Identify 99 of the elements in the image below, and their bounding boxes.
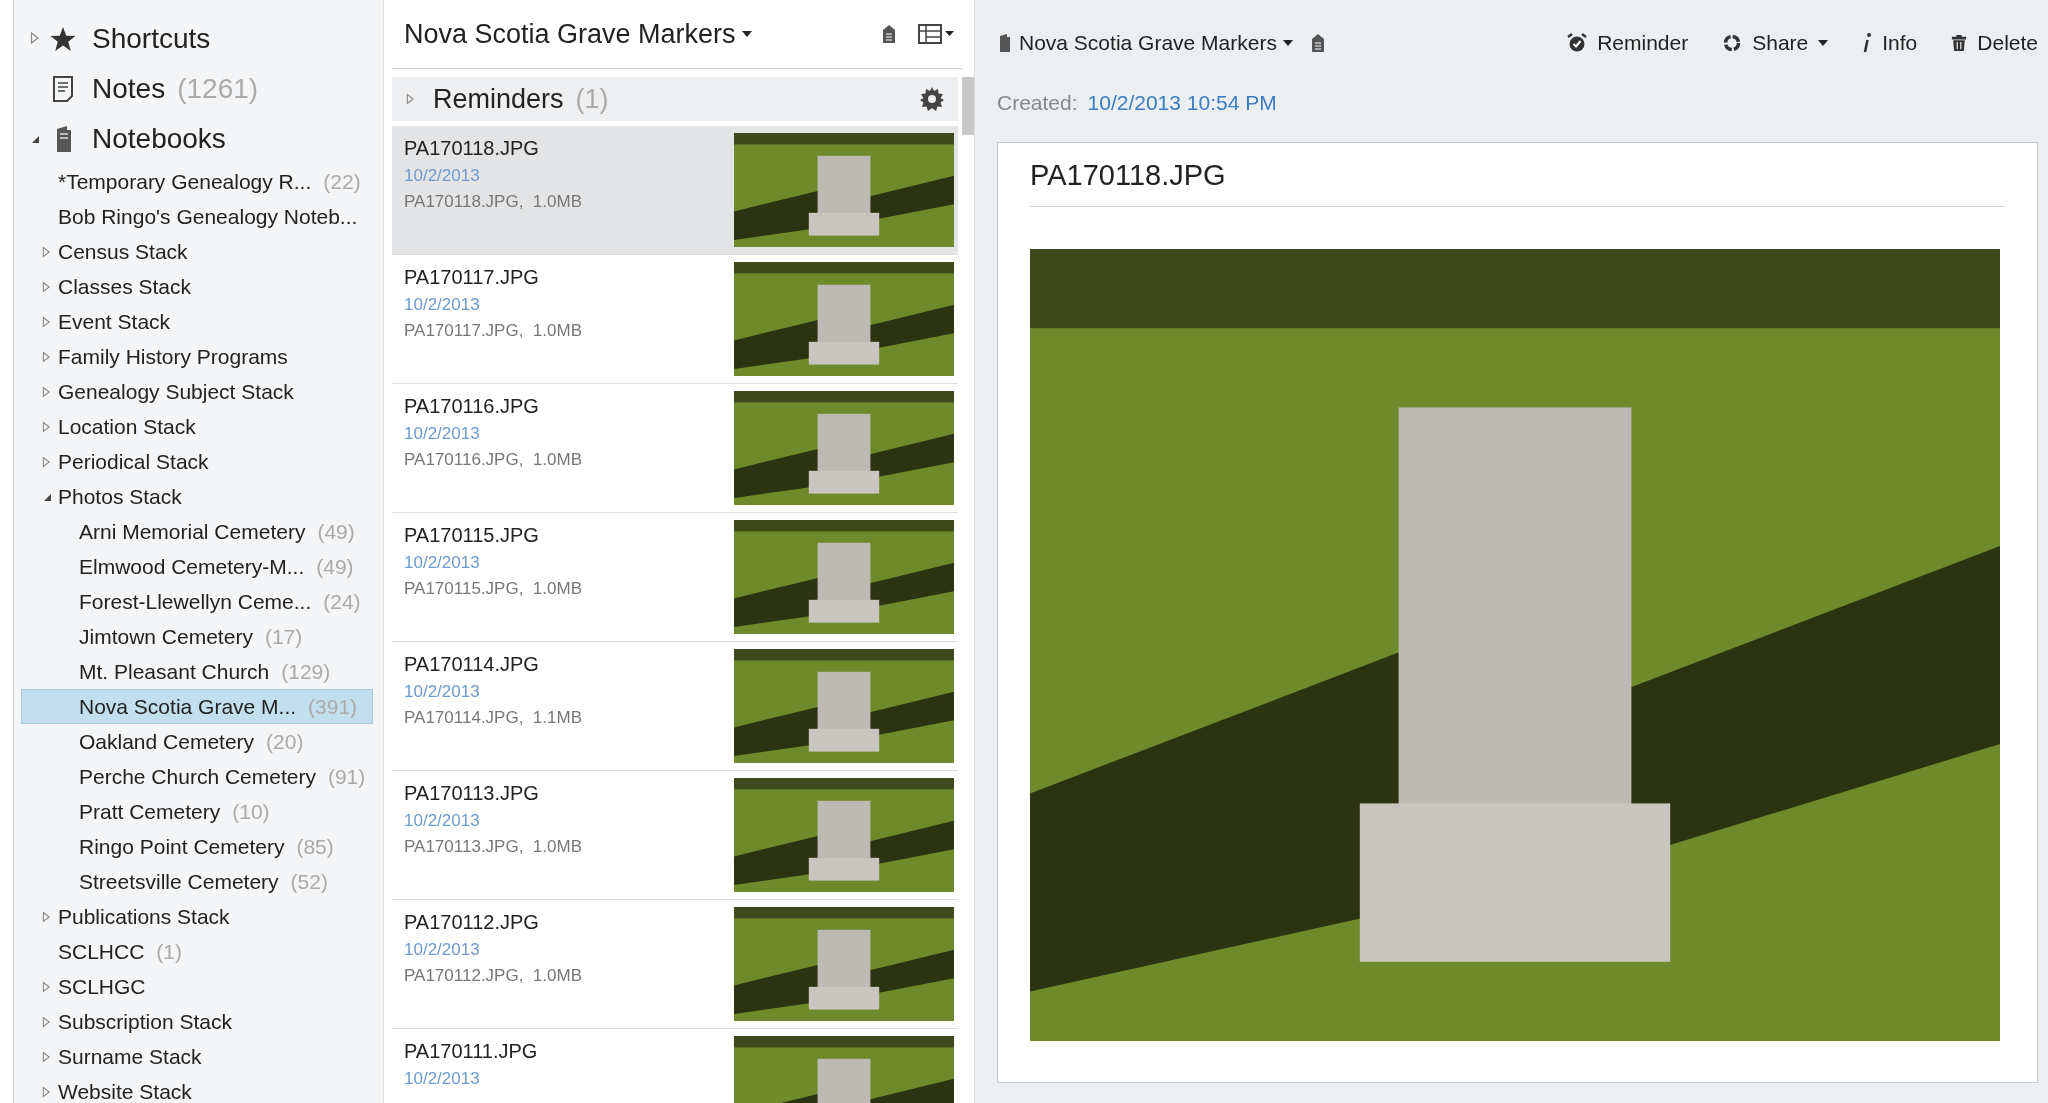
note-date: 10/2/2013 — [404, 1069, 481, 1089]
scrollbar-thumb[interactable] — [962, 77, 974, 135]
note-card[interactable]: PA170114.JPG 10/2/2013 PA170114.JPG, 1.1MB — [392, 642, 958, 771]
note-date: 10/2/2013 — [404, 166, 481, 186]
note-snippet: PA170117.JPG, 1.0MB — [404, 321, 583, 341]
notebook-item[interactable]: Nova Scotia Grave M... (391) — [21, 689, 373, 724]
notebook-item[interactable]: Surname Stack — [21, 1039, 373, 1074]
note-title: PA170112.JPG — [404, 911, 540, 934]
note-card[interactable]: PA170118.JPG 10/2/2013 PA170118.JPG, 1.0MB — [392, 126, 958, 255]
notebook-item[interactable]: Photos Stack — [21, 479, 373, 514]
notebook-item[interactable]: Periodical Stack — [21, 444, 373, 479]
note-date: 10/2/2013 — [404, 682, 481, 702]
note-date: 10/2/2013 — [404, 940, 481, 960]
notebook-item[interactable]: SCLHGC — [21, 969, 373, 1004]
created-label: Created: — [997, 91, 1078, 115]
notebook-item[interactable]: Oakland Cemetery (20) — [21, 724, 373, 759]
note-date: 10/2/2013 — [404, 295, 481, 315]
notebook-item[interactable]: Ringo Point Cemetery (85) — [21, 829, 373, 864]
note-snippet: PA170112.JPG, 1.0MB — [404, 966, 583, 986]
note-title: PA170111.JPG — [404, 1040, 539, 1063]
notebook-item[interactable]: Perche Church Cemetery (91) — [21, 759, 373, 794]
sidebar-item[interactable]: Notes (1261) — [14, 64, 383, 114]
share-button[interactable]: Share — [1752, 31, 1829, 55]
notebook-item[interactable]: Classes Stack — [21, 269, 373, 304]
notebook-item[interactable]: Website Stack — [21, 1074, 373, 1103]
note-card[interactable]: PA170113.JPG 10/2/2013 PA170113.JPG, 1.0MB — [392, 771, 958, 900]
collapsed-triangle-icon[interactable] — [42, 1050, 51, 1063]
note-title: PA170113.JPG — [404, 782, 540, 805]
trash-icon — [1951, 33, 1968, 53]
notebook-item[interactable]: Elmwood Cemetery-M... (49) — [21, 549, 373, 584]
collapsed-triangle-icon[interactable] — [42, 315, 51, 328]
note-title: PA170117.JPG — [404, 266, 540, 289]
share-icon — [1722, 33, 1743, 53]
reminders-bar[interactable]: Reminders (1) — [392, 77, 958, 121]
note-title: PA170118.JPG — [404, 137, 540, 160]
collapsed-triangle-icon[interactable] — [42, 980, 51, 993]
collapsed-triangle-icon[interactable] — [42, 420, 51, 433]
notebook-item[interactable]: Arni Memorial Cemetery (49) — [21, 514, 373, 549]
collapsed-triangle-icon[interactable] — [42, 245, 51, 258]
sidebar-item[interactable]: Shortcuts — [14, 14, 383, 64]
notebook-item[interactable]: Bob Ringo's Genealogy Noteb... — [21, 199, 373, 234]
notebook-title-dropdown[interactable]: Nova Scotia Grave Markers — [404, 18, 752, 50]
notebook-item[interactable]: *Temporary Genealogy R... (22) — [21, 164, 373, 199]
note-card[interactable]: PA170115.JPG 10/2/2013 PA170115.JPG, 1.0MB — [392, 513, 958, 642]
collapsed-triangle-icon[interactable] — [42, 280, 51, 293]
notebook-item[interactable]: Pratt Cemetery (10) — [21, 794, 373, 829]
note-snippet: PA170118.JPG, 1.0MB — [404, 192, 583, 212]
note-snippet: PA170113.JPG, 1.0MB — [404, 837, 583, 857]
notebook-item[interactable]: Publications Stack — [21, 899, 373, 934]
collapsed-triangle-icon[interactable] — [42, 385, 51, 398]
caret-icon — [741, 31, 752, 37]
collapsed-triangle-icon[interactable] — [42, 1085, 51, 1098]
tag-icon[interactable] — [1310, 33, 1325, 53]
view-options-icon[interactable] — [918, 24, 954, 44]
notebook-item[interactable]: Census Stack — [21, 234, 373, 269]
created-date: 10/2/2013 10:54 PM — [1087, 91, 1277, 115]
collapsed-triangle-icon[interactable] — [42, 350, 51, 363]
note-title: PA170116.JPG — [404, 395, 540, 418]
note-title: PA170114.JPG — [404, 653, 540, 676]
note-date: 10/2/2013 — [404, 424, 481, 444]
collapsed-triangle-icon[interactable] — [42, 455, 51, 468]
note-snippet: PA170115.JPG, 1.0MB — [404, 579, 583, 599]
note-date: 10/2/2013 — [404, 811, 481, 831]
note-card[interactable]: PA170112.JPG 10/2/2013 PA170112.JPG, 1.0MB — [392, 900, 958, 1029]
info-button[interactable]: Info — [1882, 31, 1918, 55]
notebook-dropdown[interactable]: Nova Scotia Grave Markers — [1019, 31, 1293, 55]
notebook-item[interactable]: Genealogy Subject Stack — [21, 374, 373, 409]
note-title-field[interactable]: PA170118.JPG — [1030, 143, 2005, 207]
note-card[interactable]: PA170116.JPG 10/2/2013 PA170116.JPG, 1.0MB — [392, 384, 958, 513]
collapsed-triangle-icon[interactable] — [406, 93, 415, 105]
notebook-item[interactable]: Streetsville Cemetery (52) — [21, 864, 373, 899]
note-date: 10/2/2013 — [404, 553, 481, 573]
reminder-button[interactable]: Reminder — [1597, 31, 1689, 55]
notebook-item[interactable]: Event Stack — [21, 304, 373, 339]
collapsed-triangle-icon[interactable] — [42, 1015, 51, 1028]
info-icon — [1862, 32, 1873, 54]
notebook-item[interactable]: SCLHCC (1) — [21, 934, 373, 969]
notebook-item[interactable]: Family History Programs — [21, 339, 373, 374]
collapsed-triangle-icon[interactable] — [42, 910, 51, 923]
note-snippet: PA170114.JPG, 1.1MB — [404, 708, 583, 728]
notebook-item[interactable]: Jimtown Cemetery (17) — [21, 619, 373, 654]
notebook-item[interactable]: Mt. Pleasant Church (129) — [21, 654, 373, 689]
note-icon — [53, 76, 73, 102]
note-title: PA170115.JPG — [404, 524, 540, 547]
star-icon — [50, 26, 76, 52]
note-card[interactable]: PA170111.JPG 10/2/2013 — [392, 1029, 958, 1103]
caret-icon — [1282, 40, 1293, 46]
notebook-item[interactable]: Subscription Stack — [21, 1004, 373, 1039]
settings-icon[interactable] — [920, 87, 944, 111]
caret-icon — [1818, 40, 1829, 46]
notebook-item[interactable]: Forest-Llewellyn Ceme... (24) — [21, 584, 373, 619]
alarm-clock-icon — [1567, 33, 1588, 53]
note-snippet: PA170116.JPG, 1.0MB — [404, 450, 583, 470]
delete-button[interactable]: Delete — [1977, 31, 2038, 55]
notebook-item[interactable]: Location Stack — [21, 409, 373, 444]
note-card[interactable]: PA170117.JPG 10/2/2013 PA170117.JPG, 1.0MB — [392, 255, 958, 384]
tag-icon[interactable] — [882, 24, 896, 44]
sidebar-item[interactable]: Notebooks — [14, 114, 383, 164]
notebook-icon — [997, 33, 1011, 53]
